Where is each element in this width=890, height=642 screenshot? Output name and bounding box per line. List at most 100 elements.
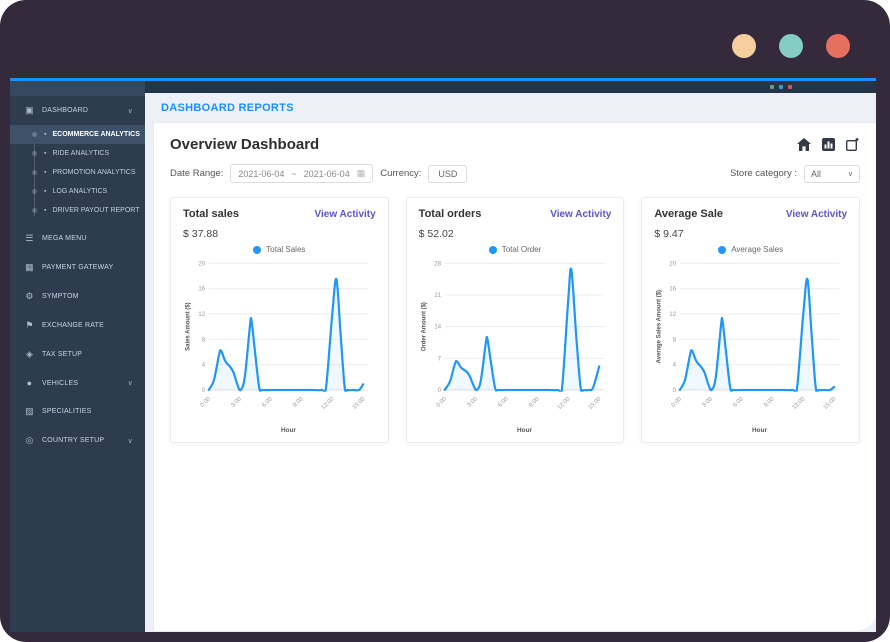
sidebar-item-icon: ▦ bbox=[25, 262, 34, 272]
sidebar-item-label: EXCHANGE RATE bbox=[42, 322, 104, 329]
stat-card-average-sale: Average Sale View Activity $ 9.47 Average S… bbox=[641, 197, 861, 443]
svg-text:9:00: 9:00 bbox=[528, 396, 541, 409]
stat-card-title: Total orders bbox=[418, 208, 482, 220]
window-dot-1[interactable] bbox=[732, 34, 756, 58]
sidebar-logo-area bbox=[10, 81, 145, 96]
chart-legend: Total Sales bbox=[183, 245, 376, 254]
svg-text:0: 0 bbox=[437, 388, 441, 394]
date-to-value: 2021-06-04 bbox=[303, 168, 350, 179]
sidebar-item-vehicles[interactable]: ● VEHICLES ∨ bbox=[10, 369, 145, 397]
sidebar-item-label: RIDE ANALYTICS bbox=[52, 150, 110, 157]
sidebar-item-tax-setup[interactable]: ◈ TAX SETUP bbox=[10, 340, 145, 369]
sidebar-item-icon: ◈ bbox=[25, 349, 34, 359]
svg-text:Order Amount ($): Order Amount ($) bbox=[421, 302, 427, 351]
view-activity-link[interactable]: View Activity bbox=[786, 209, 847, 220]
chevron-down-icon: ∨ bbox=[127, 107, 133, 115]
sidebar-item-driver-payout-report[interactable]: ▪ DRIVER PAYOUT REPORT bbox=[10, 201, 145, 220]
svg-text:0: 0 bbox=[202, 388, 206, 394]
sidebar-item-promotion-analytics[interactable]: ▪ PROMOTION ANALYTICS bbox=[10, 163, 145, 182]
card-toolbar bbox=[797, 138, 860, 151]
sidebar-item-icon: ▨ bbox=[25, 406, 34, 416]
sidebar-nav: ▣ DASHBOARD ∨ ▪ ECOMMERCE ANALYTICS ▪ RIDE ANA… bbox=[10, 96, 145, 455]
sidebar-item-icon: ◎ bbox=[25, 435, 34, 445]
chevron-down-icon: ∨ bbox=[127, 437, 133, 445]
sidebar-item-icon: ● bbox=[26, 378, 33, 388]
sidebar-item-log-analytics[interactable]: ▪ LOG ANALYTICS bbox=[10, 182, 145, 201]
svg-text:0:00: 0:00 bbox=[671, 396, 684, 409]
window-dot-2[interactable] bbox=[779, 34, 803, 58]
sidebar-item-payment-gateway[interactable]: ▦ PAYMENT GATEWAY bbox=[10, 253, 145, 282]
stat-card-total-orders: Total orders View Activity $ 52.02 Total Or… bbox=[405, 197, 625, 443]
stat-card-header: Average Sale View Activity bbox=[654, 208, 847, 220]
sidebar-item-label: DRIVER PAYOUT REPORT bbox=[52, 207, 140, 214]
sidebar-item-label: LOG ANALYTICS bbox=[52, 188, 108, 195]
chevron-down-icon: ∨ bbox=[127, 380, 133, 387]
topbar-status-icon bbox=[770, 85, 774, 89]
date-from-value: 2021-06-04 bbox=[238, 168, 285, 179]
legend-label: Total Sales bbox=[266, 245, 306, 254]
date-separator: ~ bbox=[291, 168, 297, 179]
store-category-value: All bbox=[811, 168, 822, 179]
browser-frame: ▣ DASHBOARD ∨ ▪ ECOMMERCE ANALYTICS ▪ RIDE ANA… bbox=[0, 0, 890, 642]
legend-dot-icon bbox=[488, 245, 497, 254]
store-category-select[interactable]: All ∨ bbox=[804, 164, 860, 183]
sidebar-subitem-icon: ▪ bbox=[44, 150, 47, 157]
sidebar-item-label: PAYMENT GATEWAY bbox=[42, 264, 114, 271]
stat-card-amount: $ 9.47 bbox=[654, 228, 684, 240]
window-controls bbox=[732, 34, 850, 58]
average-sale-chart: 0 4 8 12 16 20 0:00 3:00 6:00 9:00 12:00 15:00 Avera… bbox=[657, 261, 840, 434]
svg-text:9:00: 9:00 bbox=[764, 396, 777, 409]
view-activity-link[interactable]: View Activity bbox=[550, 209, 611, 220]
sidebar-submenu: ▪ ECOMMERCE ANALYTICS ▪ RIDE ANALYTICS ▪ PROM… bbox=[10, 125, 145, 224]
sidebar-item-label: TAX SETUP bbox=[42, 351, 83, 358]
sidebar: ▣ DASHBOARD ∨ ▪ ECOMMERCE ANALYTICS ▪ RIDE ANA… bbox=[10, 81, 145, 632]
sidebar-item-dashboard[interactable]: ▣ DASHBOARD ∨ bbox=[10, 96, 145, 125]
date-range-input[interactable]: 2021-06-04 ~ 2021-06-04 ▦ bbox=[230, 164, 374, 183]
svg-text:20: 20 bbox=[670, 261, 677, 267]
svg-text:7: 7 bbox=[437, 356, 441, 362]
svg-text:8: 8 bbox=[202, 337, 206, 343]
svg-text:6:00: 6:00 bbox=[733, 396, 746, 409]
svg-text:8: 8 bbox=[673, 337, 677, 343]
sidebar-item-ecommerce-analytics[interactable]: ▪ ECOMMERCE ANALYTICS bbox=[10, 125, 145, 144]
sidebar-subitem-icon: ▪ bbox=[44, 131, 47, 138]
export-report-icon[interactable] bbox=[846, 138, 860, 151]
filter-bar: Date Range: 2021-06-04 ~ 2021-06-04 ▦ Cu… bbox=[170, 164, 860, 183]
svg-text:0:00: 0:00 bbox=[435, 396, 448, 409]
sidebar-subitem-icon: ▪ bbox=[44, 188, 47, 195]
svg-text:3:00: 3:00 bbox=[702, 396, 715, 409]
sidebar-item-mega-menu[interactable]: ☰ MEGA MENU bbox=[10, 224, 145, 253]
calendar-icon: ▦ bbox=[356, 168, 366, 178]
page-title: Overview Dashboard bbox=[170, 136, 320, 153]
chart-legend: Total Order bbox=[419, 245, 612, 254]
sidebar-item-label: ECOMMERCE ANALYTICS bbox=[52, 131, 140, 138]
home-icon[interactable] bbox=[797, 138, 811, 151]
svg-text:6:00: 6:00 bbox=[261, 396, 274, 409]
svg-text:Hour: Hour bbox=[517, 427, 532, 434]
sidebar-item-country-setup[interactable]: ◎ COUNTRY SETUP ∨ bbox=[10, 426, 145, 455]
sidebar-item-label: SPECIALITIES bbox=[42, 408, 92, 415]
currency-select[interactable]: USD bbox=[428, 164, 468, 183]
chart-icon[interactable] bbox=[822, 138, 835, 151]
stat-card-amount: $ 52.02 bbox=[418, 228, 454, 240]
sidebar-item-ride-analytics[interactable]: ▪ RIDE ANALYTICS bbox=[10, 144, 145, 163]
svg-text:16: 16 bbox=[670, 287, 677, 293]
sidebar-item-exchange-rate[interactable]: ⚑ EXCHANGE RATE bbox=[10, 311, 145, 340]
currency-label: Currency: bbox=[380, 168, 422, 179]
svg-text:16: 16 bbox=[198, 287, 205, 293]
app-topbar bbox=[145, 81, 876, 93]
svg-text:Average Sales Amount ($): Average Sales Amount ($) bbox=[657, 290, 663, 363]
sidebar-item-specialities[interactable]: ▨ SPECIALITIES bbox=[10, 397, 145, 426]
app-window: ▣ DASHBOARD ∨ ▪ ECOMMERCE ANALYTICS ▪ RIDE ANA… bbox=[10, 78, 876, 632]
svg-text:Sales Amount ($): Sales Amount ($) bbox=[185, 302, 191, 350]
svg-text:12: 12 bbox=[198, 312, 205, 318]
topbar-status-icon bbox=[788, 85, 792, 89]
sidebar-item-icon: ⚙ bbox=[25, 291, 34, 301]
sidebar-item-symptom[interactable]: ⚙ SYMPTOM bbox=[10, 282, 145, 311]
svg-text:21: 21 bbox=[434, 293, 441, 299]
svg-text:20: 20 bbox=[198, 261, 205, 267]
main-area: DASHBOARD REPORTS Overview Dashboard Dat… bbox=[145, 81, 876, 632]
sidebar-item-label: SYMPTOM bbox=[42, 293, 79, 300]
view-activity-link[interactable]: View Activity bbox=[315, 209, 376, 220]
window-dot-3[interactable] bbox=[826, 34, 850, 58]
